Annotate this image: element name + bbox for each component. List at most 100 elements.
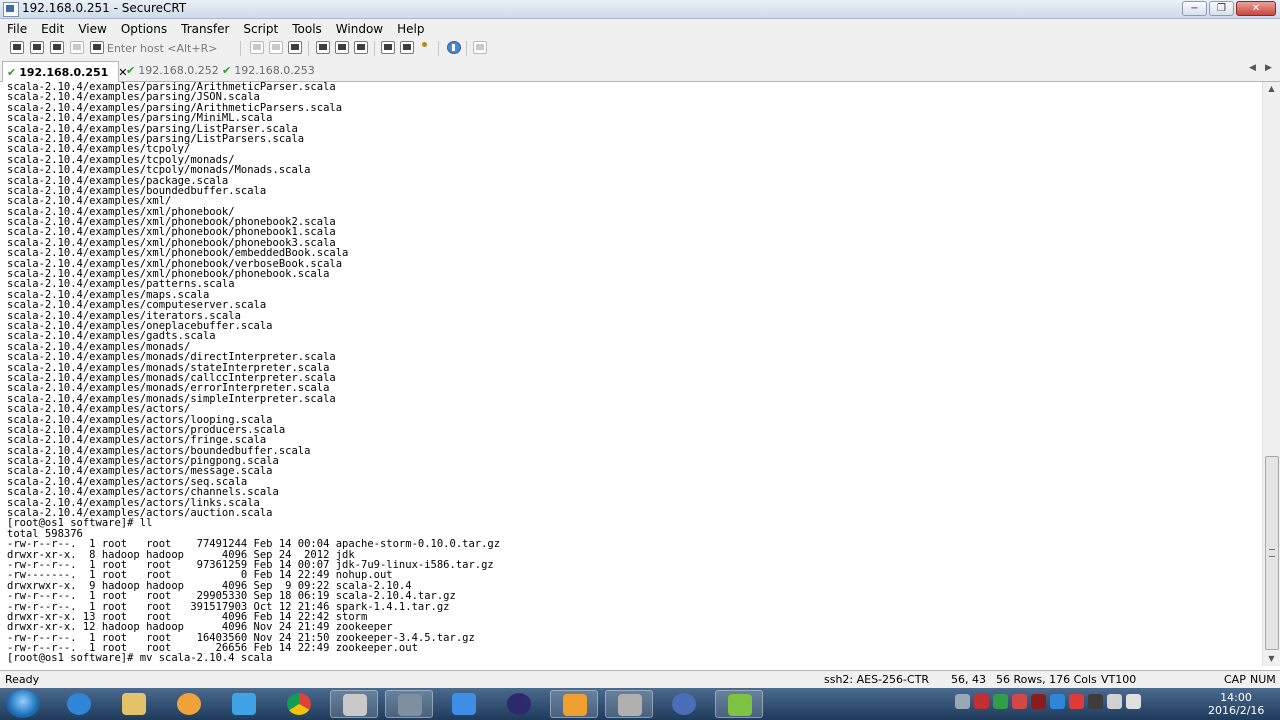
status-caps-lock: CAP [1224, 673, 1246, 686]
toolbar-separator [374, 41, 375, 56]
toolbar-separator [240, 41, 241, 56]
taskbar-terminal-icon[interactable] [605, 690, 653, 718]
enter-host-input[interactable] [105, 41, 239, 56]
tab-scroll-right-icon[interactable]: ▶ [1265, 63, 1272, 73]
print-selection-icon[interactable] [335, 41, 349, 54]
terminal-line: scala-2.10.4/examples/tcpoly/monads/Mona… [7, 164, 311, 177]
minimize-button[interactable]: − [1182, 1, 1207, 16]
tab-session-253[interactable]: ✔ 192.168.0.253 [218, 61, 315, 80]
tab-label: 192.168.0.251 [19, 65, 109, 79]
connected-check-icon: ✔ [126, 64, 136, 77]
tray-qq-icon[interactable] [1069, 694, 1084, 709]
menu-view[interactable]: View [71, 22, 113, 36]
taskbar-securefx-icon[interactable] [385, 690, 433, 718]
menu-bar: File Edit View Options Transfer Script T… [0, 19, 1280, 38]
taskbar-qq-icon[interactable] [660, 690, 708, 718]
menu-window[interactable]: Window [329, 22, 390, 36]
connected-check-icon: ✔ [7, 65, 17, 79]
disconnect-icon[interactable] [90, 41, 104, 54]
terminal-scrollbar[interactable]: ▲ ▼ [1262, 82, 1280, 666]
taskbar-explorer-icon[interactable] [110, 690, 158, 718]
terminal-line: scala-2.10.4/examples/parsing/MiniML.sca… [7, 112, 273, 125]
taskbar-eclipse-icon[interactable] [495, 690, 543, 718]
menu-file[interactable]: File [0, 22, 34, 36]
find-icon[interactable] [288, 41, 302, 54]
scrollbar-thumb[interactable] [1265, 456, 1279, 650]
taskbar-ie-icon[interactable] [55, 690, 103, 718]
key-icon[interactable] [419, 41, 433, 54]
taskbar-media-player-icon[interactable] [165, 690, 213, 718]
tab-session-251[interactable]: ✔ 192.168.0.251 ✕ [2, 61, 128, 82]
windows-taskbar: 14:00 2016/2/16 [0, 688, 1280, 720]
tray-antivirus-icon[interactable] [974, 694, 989, 709]
menu-edit[interactable]: Edit [34, 22, 71, 36]
taskbar-editor-icon[interactable] [715, 690, 763, 718]
terminal-line: scala-2.10.4/examples/boundedbuffer.scal… [7, 184, 267, 197]
copy-icon[interactable] [250, 41, 264, 54]
menu-help[interactable]: Help [390, 22, 431, 36]
tray-app-icon[interactable] [1012, 694, 1027, 709]
tray-keyboard-icon[interactable] [955, 694, 970, 709]
print-screen-icon[interactable] [354, 41, 368, 54]
connect-icon[interactable] [10, 41, 24, 54]
paste-icon[interactable] [269, 41, 283, 54]
status-cursor-position: 56, 43 [951, 673, 986, 686]
toolbar-separator [466, 41, 467, 56]
reconnect-icon[interactable] [70, 41, 84, 54]
session-options-icon[interactable] [381, 41, 395, 54]
status-bar: Ready ssh2: AES-256-CTR 56, 43 56 Rows, … [0, 670, 1280, 689]
status-terminal-type: VT100 [1101, 673, 1137, 686]
window-title: 192.168.0.251 - SecureCRT [22, 1, 187, 15]
tray-security-icon[interactable] [993, 694, 1008, 709]
taskbar-clock[interactable]: 14:00 2016/2/16 [1208, 691, 1264, 717]
tray-shield-icon[interactable] [1031, 694, 1046, 709]
terminal-line: scala-2.10.4/examples/actors/ [7, 403, 191, 416]
taskbar-securecrt-icon[interactable] [330, 690, 378, 718]
tab-label: 192.168.0.253 [234, 64, 315, 77]
global-options-icon[interactable] [400, 41, 414, 54]
tray-penguin-icon[interactable] [1088, 694, 1103, 709]
taskbar-notes-icon[interactable] [440, 690, 488, 718]
terminal-line: scala-2.10.4/examples/monads/directInter… [7, 351, 336, 364]
taskbar-chrome-icon[interactable] [275, 690, 323, 718]
system-tray [955, 694, 1141, 709]
menu-tools[interactable]: Tools [285, 22, 329, 36]
taskbar-vm-icon[interactable] [550, 690, 598, 718]
session-tab-bar: ✔ 192.168.0.251 ✕ ✔ 192.168.0.252 ✔ 192.… [0, 59, 1280, 82]
scroll-up-icon[interactable]: ▲ [1263, 82, 1280, 96]
connect-in-tab-icon[interactable] [50, 41, 64, 54]
connected-check-icon: ✔ [222, 64, 232, 77]
status-num-lock: NUM [1250, 673, 1276, 686]
tab-label: 192.168.0.252 [138, 64, 219, 77]
menu-script[interactable]: Script [236, 22, 285, 36]
tray-network-icon[interactable] [1107, 694, 1122, 709]
clock-date: 2016/2/16 [1208, 704, 1265, 717]
securecrt-app-icon[interactable] [3, 2, 19, 17]
sftp-icon[interactable] [473, 41, 487, 54]
print-icon[interactable] [316, 41, 330, 54]
tab-session-252[interactable]: ✔ 192.168.0.252 [122, 61, 219, 80]
clock-time: 14:00 [1220, 691, 1252, 704]
scroll-down-icon[interactable]: ▼ [1263, 652, 1280, 666]
status-cipher: ssh2: AES-256-CTR [824, 673, 930, 686]
start-button[interactable] [6, 690, 40, 718]
quick-connect-icon[interactable] [30, 41, 44, 54]
menu-transfer[interactable]: Transfer [174, 22, 236, 36]
help-icon[interactable] [447, 41, 461, 54]
terminal-line: -rw-r--r--. 1 root root 29905330 Sep 18 … [7, 590, 456, 603]
terminal-output[interactable]: scala-2.10.4/examples/parsing/Arithmetic… [0, 82, 1261, 666]
close-window-button[interactable]: ✕ [1236, 1, 1276, 16]
tab-scroll-left-icon[interactable]: ◀ [1249, 63, 1256, 73]
tray-cloud-icon[interactable] [1050, 694, 1065, 709]
terminal-line: [root@os1 software]# mv scala-2.10.4 sca… [7, 652, 273, 665]
terminal-line: scala-2.10.4/examples/actors/auction.sca… [7, 507, 273, 520]
menu-options[interactable]: Options [114, 22, 174, 36]
toolbar [0, 38, 1280, 60]
maximize-button[interactable]: ❐ [1209, 1, 1234, 16]
toolbar-separator [438, 41, 439, 56]
status-ready: Ready [5, 673, 40, 686]
tray-volume-icon[interactable] [1126, 694, 1141, 709]
window-titlebar[interactable]: 192.168.0.251 - SecureCRT − ❐ ✕ [0, 0, 1280, 19]
terminal-line: [root@os1 software]# ll [7, 517, 153, 530]
taskbar-network-icon[interactable] [220, 690, 268, 718]
